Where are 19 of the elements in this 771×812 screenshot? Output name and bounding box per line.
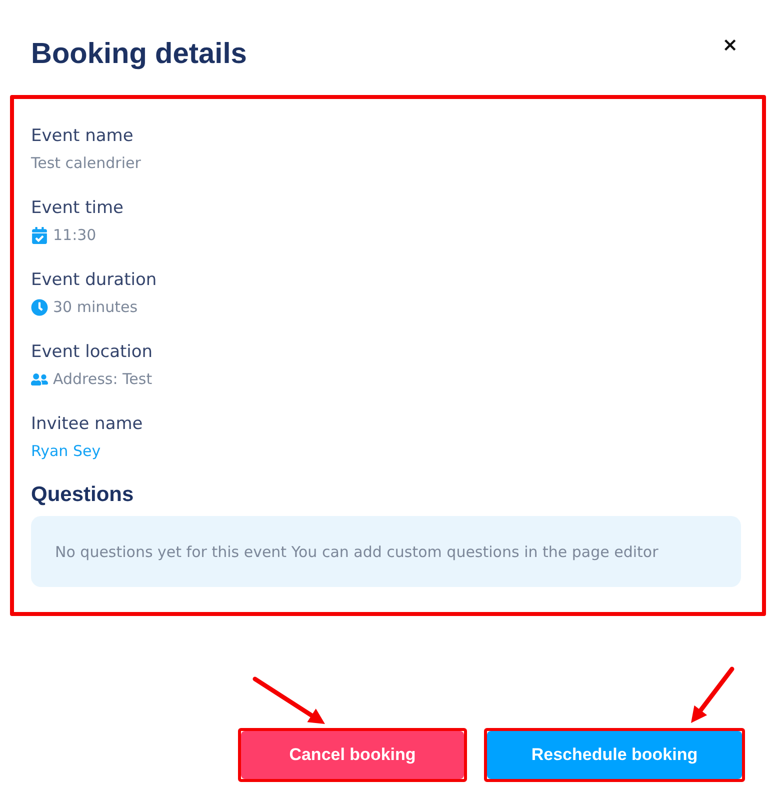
calendar-check-icon (31, 226, 48, 244)
field-label: Invitee name (31, 413, 143, 436)
field-label: Event duration (31, 269, 157, 292)
section-heading: Questions (31, 482, 134, 508)
field-value: 30 minutes (53, 297, 138, 318)
reschedule-button[interactable]: Reschedule booking (487, 731, 742, 779)
clock-icon (31, 298, 48, 316)
close-button[interactable]: × (722, 36, 738, 54)
field-label: Event location (31, 341, 153, 364)
dialog-title: Booking details (31, 37, 247, 72)
field-value: Address: Test (53, 369, 152, 390)
people-icon (31, 370, 48, 388)
field-value: 11:30 (53, 225, 96, 246)
field-label: Event name (31, 125, 134, 148)
field-label: Event time (31, 197, 124, 220)
field-value: Test calendrier (31, 153, 141, 174)
invitee-link[interactable]: Ryan Sey (31, 440, 101, 462)
empty-state-text: No questions yet for this event You can add custom questions in the page editor (55, 542, 658, 562)
cancel-button[interactable]: Cancel booking (241, 731, 464, 779)
